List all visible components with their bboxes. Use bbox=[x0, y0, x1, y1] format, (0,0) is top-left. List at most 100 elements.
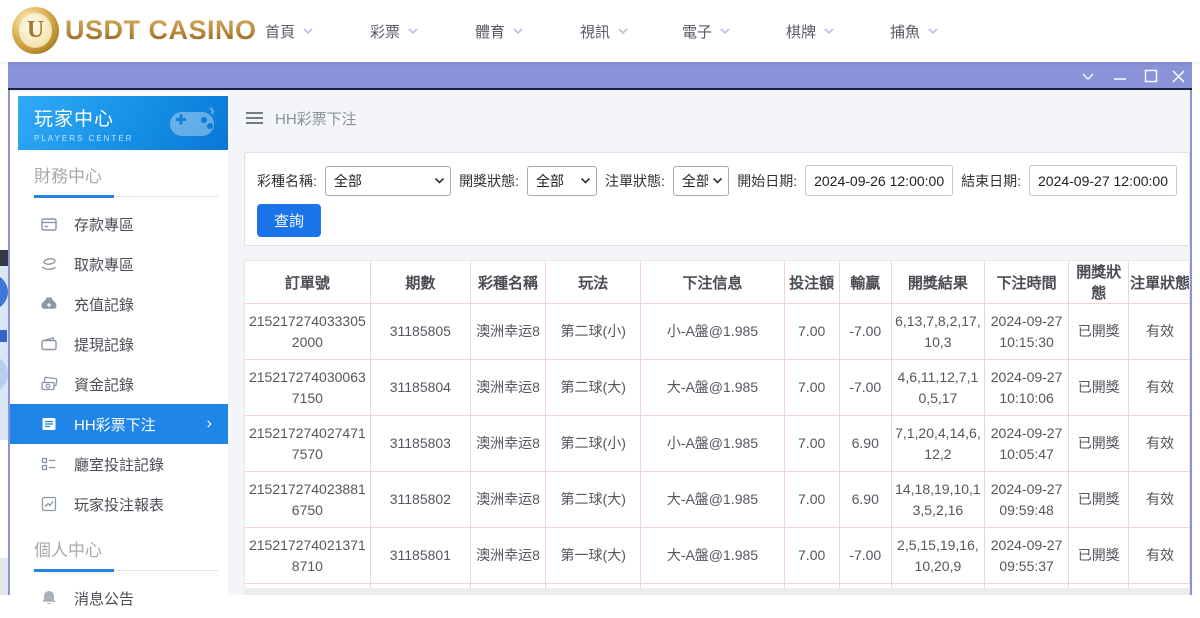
logo-ball-icon: U bbox=[12, 7, 59, 54]
window-titlebar[interactable] bbox=[8, 62, 1192, 90]
draw-status-label: 開獎狀態: bbox=[459, 172, 520, 189]
site-logo[interactable]: U USDT CASINO bbox=[12, 7, 257, 54]
nav-item-home[interactable]: 首頁 bbox=[265, 0, 314, 62]
table-row: 2152172740333052000 31185805 澳洲幸运8 第二球(小… bbox=[245, 303, 1189, 360]
table-row: 2152172740300637150 31185804 澳洲幸运8 第二球(大… bbox=[245, 359, 1189, 416]
sidebar-item-announcements[interactable]: 消息公告 bbox=[10, 578, 228, 618]
header-lottery-name: 彩種名稱 bbox=[470, 261, 547, 304]
bell-icon bbox=[40, 589, 58, 607]
sidebar-item-label: 資金記錄 bbox=[74, 376, 135, 394]
cell-bet-amount: 7.00 bbox=[784, 303, 840, 360]
lottery-name-label: 彩種名稱: bbox=[257, 172, 317, 189]
header-win-loss: 輸贏 bbox=[839, 261, 892, 304]
sidebar-item-label: 存款專區 bbox=[74, 216, 135, 234]
sidebar-menu-personal: 消息公告 bbox=[10, 578, 228, 618]
cell-lottery-name: 澳洲幸运8 bbox=[470, 527, 547, 584]
cell-draw-result: 6,13,7,8,2,17,10,3 bbox=[891, 303, 986, 360]
background-fragment bbox=[0, 274, 8, 310]
cell-period: 31185802 bbox=[370, 471, 471, 528]
sidebar-item-label: 玩家投注報表 bbox=[74, 496, 165, 514]
nav-item-sports[interactable]: 體育 bbox=[475, 0, 524, 62]
close-icon bbox=[1171, 69, 1185, 83]
nav-item-label: 視訊 bbox=[580, 23, 611, 41]
window-close-button[interactable] bbox=[1170, 68, 1186, 84]
sidebar-item-player-bet-report[interactable]: 玩家投注報表 bbox=[10, 484, 228, 524]
cell-bet-amount: 7.00 bbox=[784, 471, 840, 528]
gamepad-icon bbox=[170, 107, 214, 136]
background-fragment bbox=[0, 250, 8, 266]
sidebar: 玩家中心 PLAYERS CENTER 財務中心 存款專區 取款專區 充值記錄 … bbox=[10, 92, 228, 608]
nav-item-label: 首頁 bbox=[265, 23, 296, 41]
sidebar-item-withdraw[interactable]: 取款專區 bbox=[10, 244, 228, 284]
chevron-down-icon bbox=[928, 28, 938, 35]
sidebar-item-deposit[interactable]: 存款專區 bbox=[10, 204, 228, 244]
nav-item-lottery[interactable]: 彩票 bbox=[370, 0, 419, 62]
nav-item-slots[interactable]: 電子 bbox=[682, 0, 731, 62]
cell-win-loss: 6.90 bbox=[839, 415, 892, 472]
nav-item-label: 電子 bbox=[682, 23, 713, 41]
wallet-icon bbox=[40, 335, 58, 353]
sidebar-item-room-bet-record[interactable]: 廳室投註記錄 bbox=[10, 444, 228, 484]
chevron-down-icon bbox=[408, 28, 418, 35]
sidebar-item-label: 廳室投註記錄 bbox=[74, 456, 165, 474]
nav-item-label: 棋牌 bbox=[786, 23, 817, 41]
chevron-down-icon bbox=[1082, 73, 1094, 80]
lottery-name-select[interactable]: 全部 bbox=[324, 165, 452, 196]
header-period: 期數 bbox=[370, 261, 471, 304]
cell-play-type: 第一球(大) bbox=[545, 527, 642, 584]
cell-order-no: 2152172740274717570 bbox=[245, 415, 371, 472]
nav-item-cards[interactable]: 棋牌 bbox=[786, 0, 835, 62]
filter-row: 彩種名稱: 全部 開獎狀態: 全部 注單狀態: 全部 開始日期: 2024-09… bbox=[257, 165, 1177, 196]
window-minimize-button[interactable] bbox=[1112, 68, 1128, 84]
chevron-down-icon bbox=[824, 28, 834, 35]
search-button[interactable]: 查詢 bbox=[257, 204, 322, 237]
sidebar-item-withdrawal-record[interactable]: 提現記錄 bbox=[10, 324, 228, 364]
cell-draw-result: 14,18,19,10,13,5,2,16 bbox=[891, 471, 986, 528]
sidebar-item-lottery-bets[interactable]: HH彩票下注 › bbox=[10, 404, 228, 444]
draw-status-select[interactable]: 全部 bbox=[527, 165, 597, 196]
cell-bet-time: 2024-09-27 09:59:48 bbox=[984, 471, 1070, 528]
nav-item-live[interactable]: 視訊 bbox=[580, 0, 629, 62]
chevron-down-icon bbox=[720, 28, 730, 35]
report-chart-icon bbox=[40, 495, 58, 513]
window-maximize-button[interactable] bbox=[1143, 68, 1159, 84]
nav-item-label: 彩票 bbox=[370, 23, 401, 41]
cell-order-no: 2152172740238816750 bbox=[245, 471, 371, 528]
sidebar-item-funds-record[interactable]: 資金記錄 bbox=[10, 364, 228, 404]
sidebar-item-label: 消息公告 bbox=[74, 590, 135, 608]
cell-bet-time: 2024-09-27 10:05:47 bbox=[984, 415, 1070, 472]
header-bet-amount: 投注額 bbox=[784, 261, 840, 304]
window-body: 玩家中心 PLAYERS CENTER 財務中心 存款專區 取款專區 充值記錄 … bbox=[10, 92, 1190, 608]
cell-win-loss: -7.00 bbox=[839, 359, 892, 416]
header-bet-time: 下注時間 bbox=[984, 261, 1070, 304]
chevron-down-icon bbox=[303, 28, 313, 35]
order-status-select[interactable]: 全部 bbox=[672, 165, 730, 196]
cell-bet-amount: 7.00 bbox=[784, 359, 840, 416]
nav-item-fishing[interactable]: 捕魚 bbox=[890, 0, 939, 62]
player-center-window: 玩家中心 PLAYERS CENTER 財務中心 存款專區 取款專區 充值記錄 … bbox=[8, 62, 1192, 608]
cell-bet-info: 大-A盤@1.985 bbox=[640, 359, 785, 416]
cell-period: 31185803 bbox=[370, 415, 471, 472]
sidebar-item-recharge-record[interactable]: 充值記錄 bbox=[10, 284, 228, 324]
table-row: 2152172740238816750 31185802 澳洲幸运8 第二球(大… bbox=[245, 471, 1189, 528]
header-draw-status: 開獎狀態 bbox=[1068, 261, 1130, 304]
cell-order-no: 2152172740300637150 bbox=[245, 359, 371, 416]
cell-play-type: 第二球(小) bbox=[545, 303, 642, 360]
nav-item-label: 體育 bbox=[475, 23, 506, 41]
horizontal-scrollbar[interactable] bbox=[244, 588, 1190, 595]
end-date-input[interactable] bbox=[1029, 165, 1177, 196]
sidebar-section-personal: 個人中心 bbox=[34, 541, 102, 560]
background-fragment bbox=[0, 250, 8, 440]
menu-toggle-icon[interactable] bbox=[246, 112, 263, 124]
cell-lottery-name: 澳洲幸运8 bbox=[470, 471, 547, 528]
window-collapse-button[interactable] bbox=[1080, 68, 1096, 84]
start-date-input[interactable] bbox=[805, 165, 954, 196]
section-divider bbox=[34, 195, 228, 198]
draw-status-select-wrap: 全部 bbox=[527, 165, 597, 196]
sidebar-item-label: 充值記錄 bbox=[74, 296, 135, 314]
cell-lottery-name: 澳洲幸运8 bbox=[470, 415, 547, 472]
cell-play-type: 第二球(小) bbox=[545, 415, 642, 472]
cell-bet-info: 小-A盤@1.985 bbox=[640, 415, 785, 472]
sidebar-item-label: 取款專區 bbox=[74, 256, 135, 274]
bets-table: 訂單號 期數 彩種名稱 玩法 下注信息 投注額 輸贏 開獎結果 下注時間 開獎狀… bbox=[245, 261, 1189, 589]
